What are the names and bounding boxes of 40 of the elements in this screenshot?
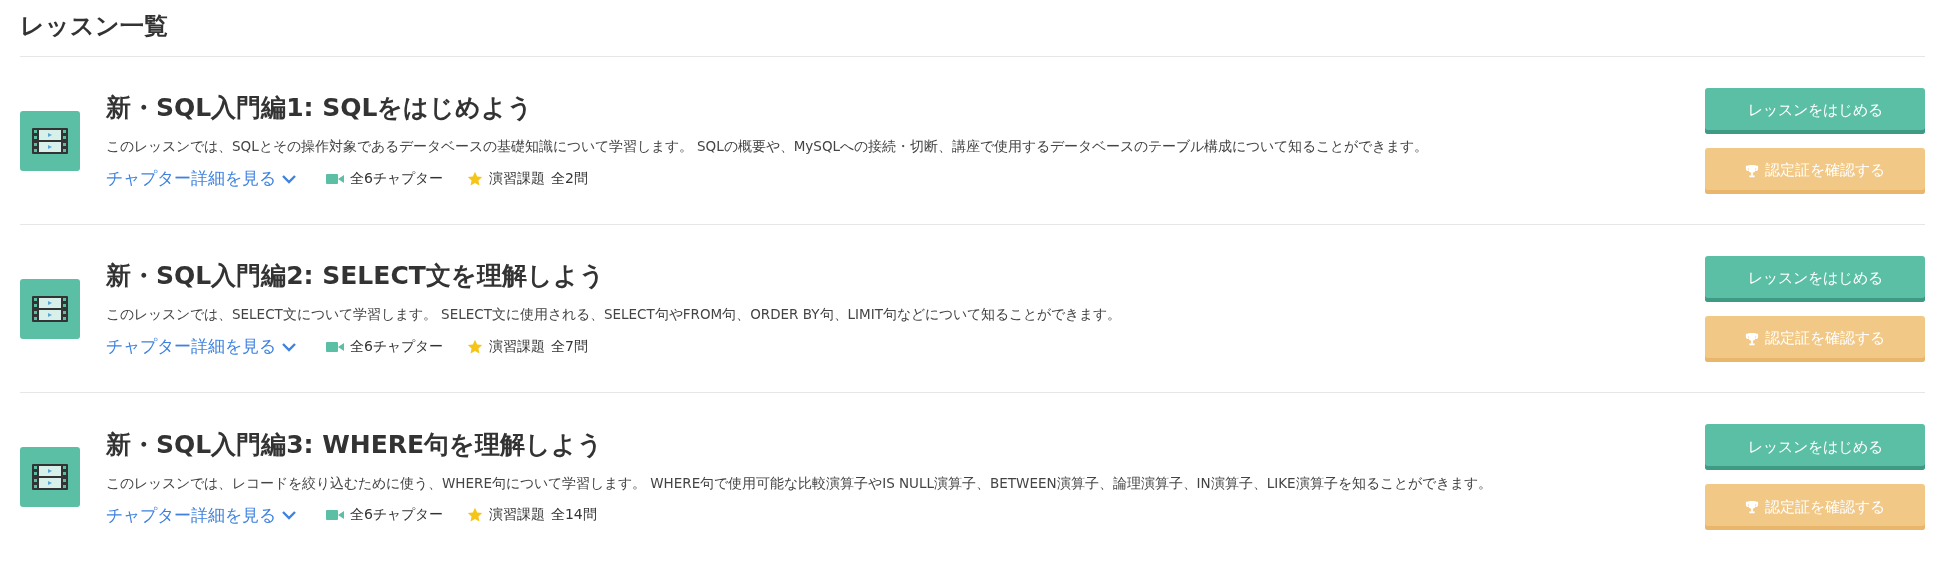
page-title: レッスン一覧 — [20, 0, 1925, 57]
star-icon — [466, 507, 483, 523]
video-camera-icon — [326, 172, 344, 185]
chapter-details-link[interactable]: チャプター詳細を見る — [106, 167, 296, 190]
exercises-label: 演習課題 — [488, 169, 545, 188]
exercises-label: 演習課題 — [488, 506, 545, 524]
chapter-count: 全6チャプター — [350, 337, 443, 356]
lesson-description: このレッスンでは、SELECT文について学習します。 SELECT文に使用される、SELECT句やFROM句、ORDER BY句、LIMIT句などについて知ることができます。 — [106, 305, 1122, 324]
trophy-icon — [1745, 331, 1759, 346]
lesson-title: 新・SQL入門編2: SELECT文を理解しよう — [106, 260, 606, 292]
chapter-details-link[interactable]: チャプター詳細を見る — [106, 503, 296, 527]
video-camera-icon — [326, 340, 344, 353]
video-camera-icon — [326, 509, 344, 521]
chevron-down-icon — [282, 510, 296, 520]
film-icon — [20, 447, 80, 507]
exercise-count: 全14問 — [550, 506, 597, 524]
lesson-description: このレッスンでは、SQLとその操作対象であるデータベースの基礎知識について学習します。 SQLの概要や、MySQLへの接続・切断、講座で使用するデータベースのテーブル構成について知ることができます。 — [106, 137, 1430, 156]
star-icon — [466, 338, 483, 355]
chevron-down-icon — [282, 341, 296, 352]
chapter-count: 全6チャプター — [350, 506, 443, 524]
trophy-icon — [1745, 163, 1759, 178]
chapter-count: 全6チャプター — [350, 169, 443, 188]
exercises-label: 演習課題 — [488, 337, 545, 356]
lesson-description: このレッスンでは、レコードを絞り込むために使う、WHERE句について学習します。 WHERE句で使用可能な比較演算子やIS NULL演算子、BETWEEN演算子、論理演算子、IN演算子、LIKE演算子を知ることができます。 — [106, 473, 1493, 493]
certificate-button[interactable]: 認定証を確認する — [1705, 147, 1925, 194]
lesson-title: 新・SQL入門編1: SQLをはじめよう — [106, 92, 535, 124]
lesson-title: 新・SQL入門編3: WHERE句を理解しよう — [106, 428, 605, 461]
trophy-icon — [1745, 500, 1759, 514]
certificate-button[interactable]: 認定証を確認する — [1705, 315, 1925, 362]
certificate-button[interactable]: 認定証を確認する — [1705, 484, 1925, 530]
start-lesson-button[interactable]: レッスンをはじめる — [1705, 255, 1925, 302]
star-icon — [466, 170, 483, 187]
chevron-down-icon — [282, 173, 296, 184]
start-lesson-button[interactable]: レッスンをはじめる — [1705, 424, 1925, 470]
film-icon — [20, 278, 80, 339]
exercise-count: 全2問 — [550, 169, 588, 188]
exercise-count: 全7問 — [550, 337, 588, 356]
chapter-details-link[interactable]: チャプター詳細を見る — [106, 335, 296, 358]
start-lesson-button[interactable]: レッスンをはじめる — [1705, 87, 1925, 134]
film-icon — [20, 110, 80, 171]
